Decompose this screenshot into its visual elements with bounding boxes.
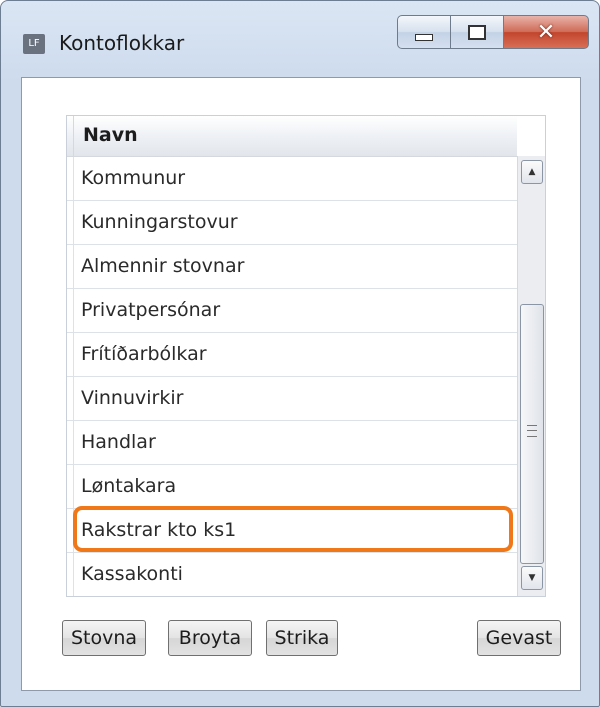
- row-gutter: [67, 553, 74, 596]
- row-gutter: [67, 465, 74, 508]
- edit-button[interactable]: Broyta: [168, 620, 252, 656]
- row-cell: Kunningarstovur: [81, 211, 238, 233]
- maximize-icon: [468, 24, 486, 40]
- column-header[interactable]: Navn: [67, 116, 517, 157]
- list-rows: Kommunur Kunningarstovur Almennir stovna…: [67, 157, 517, 596]
- vertical-scrollbar[interactable]: ▲ ▼: [517, 156, 545, 596]
- row-cell: Kommunur: [81, 167, 186, 189]
- table-row[interactable]: Kommunur: [67, 157, 517, 201]
- minimize-icon: [415, 33, 433, 41]
- dialog-window: LF Kontoflokkar ✕ Navn Kommunur Kunninga…: [0, 0, 600, 707]
- window-title: Kontoflokkar: [59, 31, 185, 55]
- grip-icon: [527, 425, 537, 437]
- row-cell: Kassakonti: [81, 563, 183, 585]
- scroll-thumb[interactable]: [520, 304, 544, 564]
- row-cell: Løntakara: [81, 475, 177, 497]
- row-gutter: [67, 245, 74, 288]
- row-gutter: [67, 509, 74, 552]
- caption-buttons: ✕: [397, 15, 589, 49]
- row-cell: Privatpersónar: [81, 299, 221, 321]
- column-header-label: Navn: [83, 124, 138, 146]
- minimize-button[interactable]: [397, 15, 451, 49]
- dialog-content: Navn Kommunur Kunningarstovur Almennir s…: [21, 77, 581, 691]
- scroll-down-button[interactable]: ▼: [521, 566, 543, 590]
- title-bar[interactable]: LF Kontoflokkar ✕: [1, 1, 599, 71]
- row-gutter: [67, 157, 74, 200]
- table-row[interactable]: Vinnuvirkir: [67, 377, 517, 421]
- close-icon: ✕: [536, 19, 556, 45]
- account-group-list[interactable]: Navn Kommunur Kunningarstovur Almennir s…: [66, 115, 546, 597]
- table-row[interactable]: Kunningarstovur: [67, 201, 517, 245]
- app-icon: LF: [23, 34, 45, 54]
- row-gutter: [67, 377, 74, 420]
- arrow-down-icon: ▼: [528, 573, 536, 583]
- delete-button[interactable]: Strika: [266, 620, 338, 656]
- row-cell: Vinnuvirkir: [81, 387, 184, 409]
- maximize-button[interactable]: [451, 15, 504, 49]
- row-gutter: [67, 421, 74, 464]
- table-row[interactable]: Løntakara: [67, 465, 517, 509]
- table-row[interactable]: Privatpersónar: [67, 289, 517, 333]
- save-button[interactable]: Gevast: [477, 620, 561, 656]
- row-cell: Frítíðarbólkar: [81, 343, 207, 365]
- row-cell: Handlar: [81, 431, 156, 453]
- row-gutter: [67, 289, 74, 332]
- row-gutter: [67, 201, 74, 244]
- table-row-highlighted[interactable]: Rakstrar kto ks1: [67, 509, 517, 553]
- arrow-up-icon: ▲: [528, 167, 536, 177]
- row-header-gutter: [67, 116, 74, 156]
- table-row[interactable]: Handlar: [67, 421, 517, 465]
- row-cell: Rakstrar kto ks1: [81, 519, 237, 541]
- row-gutter: [67, 333, 74, 376]
- scroll-up-button[interactable]: ▲: [521, 160, 543, 184]
- row-cell: Almennir stovnar: [81, 255, 245, 277]
- table-row[interactable]: Kassakonti: [67, 553, 517, 596]
- create-button[interactable]: Stovna: [62, 620, 146, 656]
- table-row[interactable]: Frítíðarbólkar: [67, 333, 517, 377]
- close-button[interactable]: ✕: [504, 15, 589, 49]
- table-row[interactable]: Almennir stovnar: [67, 245, 517, 289]
